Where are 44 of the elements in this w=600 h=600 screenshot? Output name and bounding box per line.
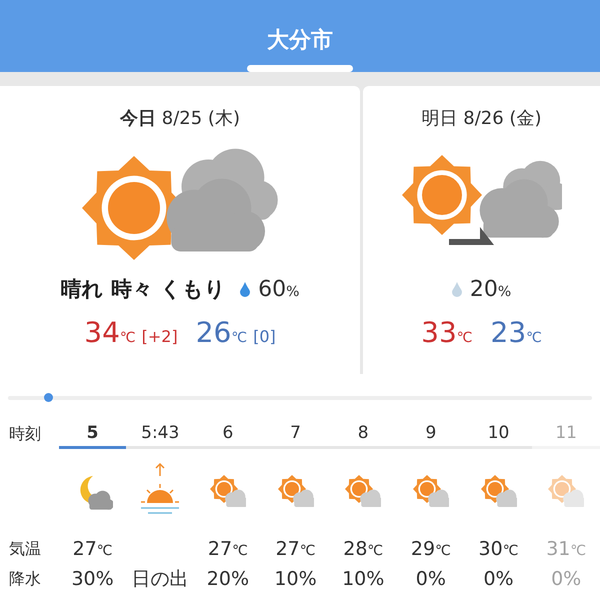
hour-temperature: 29℃ [410, 538, 451, 560]
row-label: 気温 [9, 538, 42, 560]
sun-cloud-icon [412, 475, 449, 509]
rain-chance: 20% [470, 276, 512, 302]
high-temperature: 33℃ [421, 316, 472, 349]
day-title: 今日 8/25 (木) [120, 107, 240, 130]
rain-chance: 60% [258, 276, 300, 302]
hour-rain: 0% [551, 568, 582, 590]
hour-rain: 0% [483, 568, 514, 590]
hour-tab[interactable]: 5 [58, 419, 126, 449]
row-label: 降水 [9, 568, 42, 590]
hour-rain: 10% [274, 568, 317, 590]
hour-tab[interactable]: 5:43 [126, 419, 194, 449]
high-temperature: 34℃ [+2] [84, 316, 178, 349]
sun-cloud-icon [345, 475, 382, 509]
scroll-thumb[interactable] [44, 393, 53, 402]
hour-temperature: 30℃ [478, 538, 518, 560]
hour-tab[interactable]: 8 [329, 419, 398, 449]
sun-cloud-icon [210, 475, 246, 509]
hour-rain: 30% [71, 568, 114, 590]
hour-rain: 0% [416, 568, 446, 590]
sun-cloud-icon [278, 475, 314, 509]
hour-temperature: 28℃ [343, 538, 384, 560]
hour-temperature: 27℃ [276, 538, 316, 560]
low-temperature: 23℃ [490, 316, 542, 349]
hour-rain: 10% [342, 568, 384, 590]
hour-tab[interactable]: 10 [464, 419, 532, 449]
low-temperature: 26℃ [0] [196, 316, 276, 349]
sun-cloud-icon [548, 475, 584, 509]
sun-cloud-icon [480, 475, 517, 509]
day-card[interactable]: 明日 8/26 (金) 20% 33℃ 23℃ [363, 86, 600, 374]
hour-temperature: 31℃ [546, 538, 586, 560]
hour-temperature: 27℃ [72, 538, 113, 560]
hour-rain: 20% [206, 568, 249, 590]
row-label: 時刻 [9, 424, 42, 444]
hour-tab[interactable]: 7 [262, 419, 330, 449]
city-title: 大分市 [267, 26, 333, 55]
hour-tab[interactable]: 9 [397, 419, 465, 449]
day-card[interactable]: 今日 8/25 (木) 晴れ 時々 くもり 60% 34℃ [+2] 26℃ [0] [0, 86, 360, 374]
hour-rain: 日の出 [132, 567, 189, 592]
day-title: 明日 8/26 (金) [422, 107, 542, 130]
hour-temperature: 27℃ [208, 538, 248, 560]
hour-tab[interactable]: 6 [194, 419, 262, 449]
weather-condition: 晴れ 時々 くもり [60, 276, 226, 303]
